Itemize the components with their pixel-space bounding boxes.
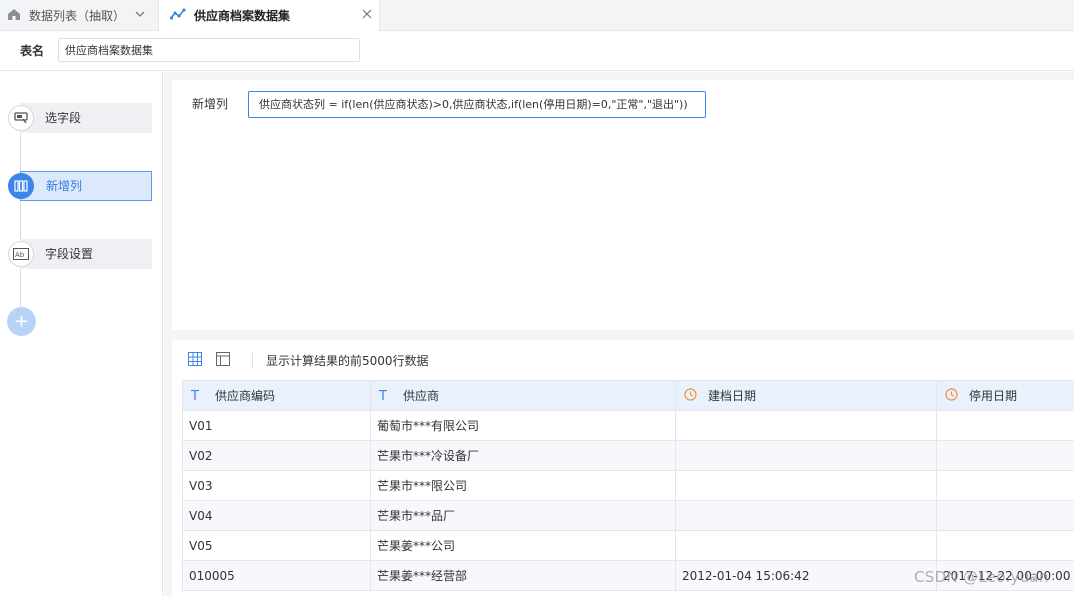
- tab-bar: 数据列表（抽取） 供应商档案数据集: [0, 0, 1074, 31]
- layout-view-icon[interactable]: [216, 352, 230, 369]
- tab-data-list[interactable]: 数据列表（抽取）: [0, 0, 158, 31]
- table-cell: [675, 410, 937, 441]
- column-header-supplier-code[interactable]: T 供应商编码: [182, 380, 371, 411]
- select-fields-icon: [8, 105, 34, 131]
- grid-view-icon[interactable]: [188, 352, 202, 369]
- table-cell: [936, 440, 1074, 471]
- result-panel: 显示计算结果的前5000行数据 T 供应商编码 T 供应商 建档日期 停用日期 V0…: [172, 340, 1074, 596]
- line-chart-icon: [170, 8, 186, 23]
- result-table: T 供应商编码 T 供应商 建档日期 停用日期 V01 葡萄市***有限公司 V02…: [182, 380, 1074, 591]
- step-field-settings[interactable]: 字段设置 Ab: [8, 239, 152, 269]
- table-cell: [675, 440, 937, 471]
- table-cell: [675, 530, 937, 561]
- step-label: 字段设置: [20, 239, 152, 269]
- table-row: V01 葡萄市***有限公司: [182, 410, 1074, 441]
- text-type-icon: T: [379, 389, 387, 404]
- text-field-icon: Ab: [8, 241, 34, 267]
- table-cell: 芒果市***限公司: [370, 470, 676, 501]
- result-info-text: 显示计算结果的前5000行数据: [266, 354, 429, 368]
- table-cell: 010005: [182, 560, 371, 591]
- close-icon[interactable]: [361, 8, 373, 23]
- table-name-label: 表名: [20, 44, 45, 58]
- toolbar-divider: [252, 353, 253, 368]
- table-cell: V03: [182, 470, 371, 501]
- table-cell: 葡萄市***有限公司: [370, 410, 676, 441]
- table-name-row: 表名: [0, 31, 1074, 71]
- formula-label: 新增列: [192, 97, 229, 111]
- tab-label: 供应商档案数据集: [194, 9, 291, 23]
- table-cell: [675, 500, 937, 531]
- table-cell: 芒果姜***经营部: [370, 560, 676, 591]
- result-toolbar: 显示计算结果的前5000行数据: [172, 340, 1074, 380]
- table-cell: 芒果市***品厂: [370, 500, 676, 531]
- steps-panel: 选字段 新增列 字段设置 Ab +: [0, 72, 163, 596]
- table-cell: [675, 470, 937, 501]
- home-icon: [7, 8, 21, 24]
- step-label: 选字段: [20, 103, 152, 133]
- table-row: V03 芒果市***限公司: [182, 470, 1074, 501]
- table-header-row: T 供应商编码 T 供应商 建档日期 停用日期: [182, 380, 1074, 411]
- table-cell: V02: [182, 440, 371, 471]
- step-select-fields[interactable]: 选字段: [8, 103, 152, 133]
- table-cell: 芒果姜***公司: [370, 530, 676, 561]
- tab-supplier-dataset[interactable]: 供应商档案数据集: [158, 0, 380, 31]
- table-cell: 芒果市***冷设备厂: [370, 440, 676, 471]
- table-cell: V01: [182, 410, 371, 441]
- column-header-create-date[interactable]: 建档日期: [675, 380, 937, 411]
- clock-icon: [945, 388, 961, 404]
- step-add-column[interactable]: 新增列: [8, 171, 152, 201]
- step-label: 新增列: [20, 171, 152, 201]
- table-cell: [936, 470, 1074, 501]
- clock-icon: [684, 388, 700, 404]
- chevron-down-icon[interactable]: [134, 8, 146, 23]
- add-step-button[interactable]: +: [7, 307, 36, 336]
- table-row: V04 芒果市***品厂: [182, 500, 1074, 531]
- table-cell: V04: [182, 500, 371, 531]
- table-cell: [936, 410, 1074, 441]
- text-type-icon: T: [191, 389, 199, 404]
- steps-connector: [20, 118, 21, 326]
- table-row: V02 芒果市***冷设备厂: [182, 440, 1074, 471]
- table-cell: V05: [182, 530, 371, 561]
- formula-panel: 新增列 供应商状态列 = if(len(供应商状态)>0,供应商状态,if(le…: [172, 80, 1074, 330]
- table-cell: [936, 500, 1074, 531]
- tab-label: 数据列表（抽取）: [29, 9, 126, 23]
- table-cell: [936, 530, 1074, 561]
- columns-icon: [8, 173, 34, 199]
- table-name-input[interactable]: [58, 38, 360, 62]
- table-cell: 2012-01-04 15:06:42: [675, 560, 937, 591]
- formula-input[interactable]: 供应商状态列 = if(len(供应商状态)>0,供应商状态,if(len(停用…: [248, 91, 706, 118]
- column-header-supplier[interactable]: T 供应商: [370, 380, 676, 411]
- svg-text:Ab: Ab: [15, 251, 25, 259]
- column-header-disable-date[interactable]: 停用日期: [936, 380, 1074, 411]
- table-row: V05 芒果姜***公司: [182, 530, 1074, 561]
- watermark: CSDN @Leo.yuan: [914, 568, 1049, 586]
